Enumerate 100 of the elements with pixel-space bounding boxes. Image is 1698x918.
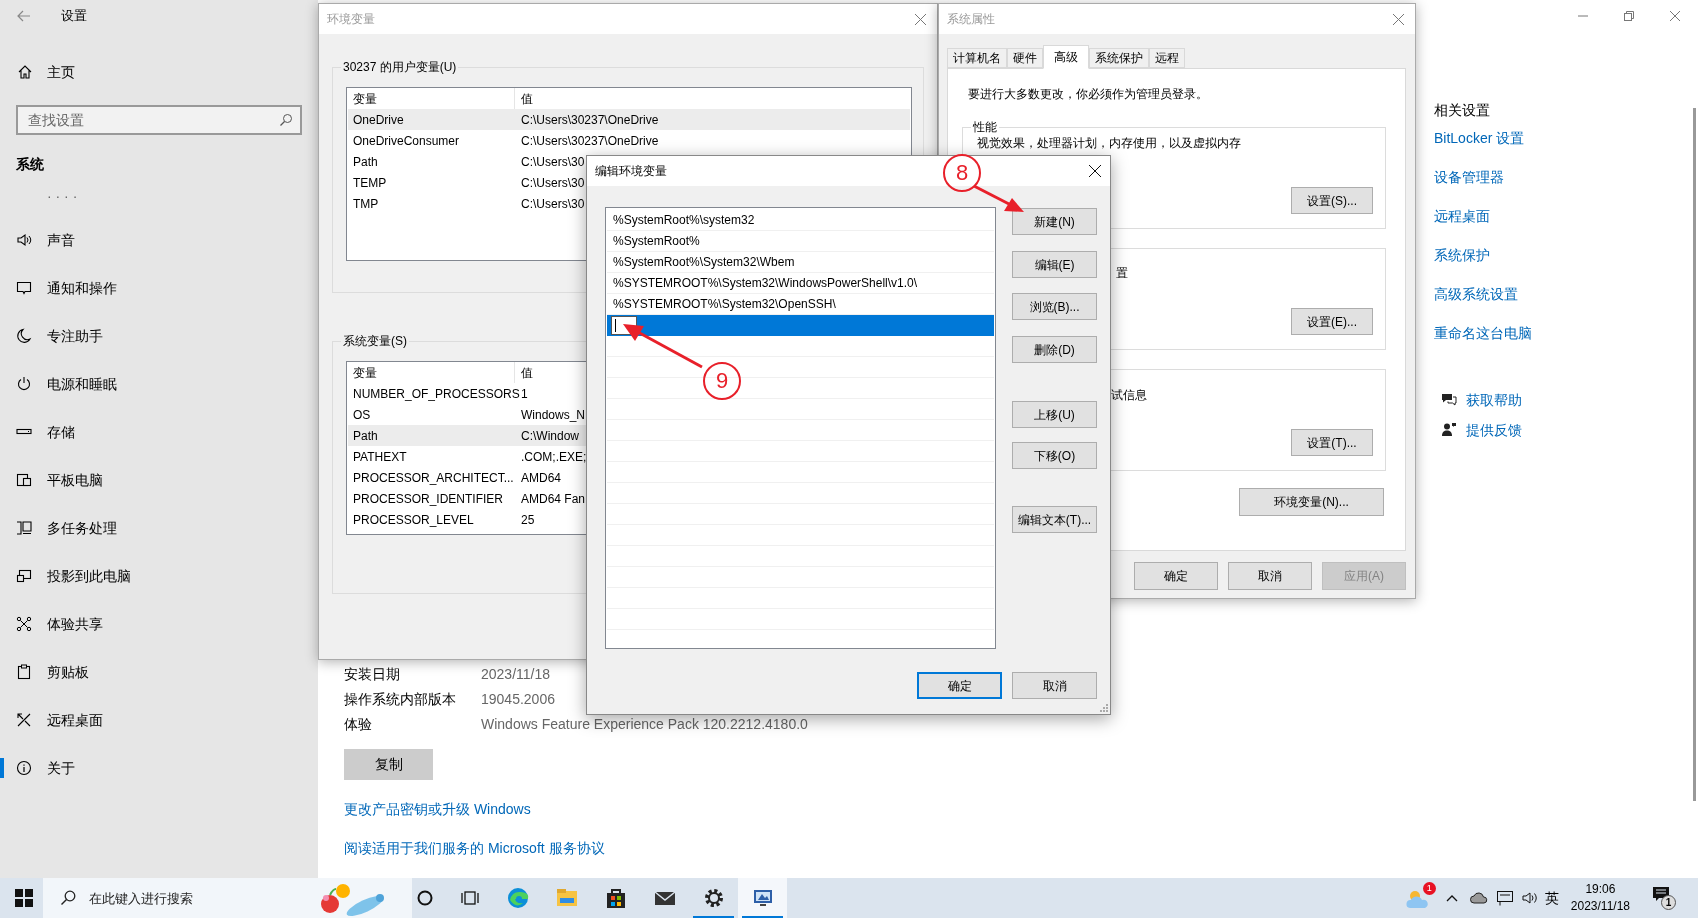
settings-button[interactable]: 设置(E)...	[1291, 308, 1373, 335]
table-cell-text: C:\Users\30237\OneDrive	[520, 132, 659, 150]
link[interactable]: 更改产品密钥或升级 Windows	[344, 799, 808, 819]
table-cell-text: OneDrive	[352, 111, 405, 129]
nav-item[interactable]: 平板电脑	[0, 456, 318, 504]
table-cell-text: TEMP	[352, 174, 388, 192]
dialog-button[interactable]: 浏览(B)...	[1012, 293, 1097, 320]
column-header[interactable]: 变量	[347, 362, 515, 383]
list-item[interactable]: %SystemRoot%\system32	[607, 210, 994, 231]
description-text: 置	[1116, 266, 1128, 280]
dialog-button[interactable]: 删除(D)	[1012, 336, 1097, 363]
taskbar-app-button[interactable]	[738, 878, 787, 918]
nav-item[interactable]: 远程桌面	[0, 696, 318, 744]
dialog-button[interactable]: 新建(N)	[1012, 208, 1097, 235]
dialog-button[interactable]: 确定	[1134, 562, 1218, 590]
running-indicator	[742, 916, 783, 918]
nav-item[interactable]: 剪贴板	[0, 648, 318, 696]
nav-item[interactable]: 体验共享	[0, 600, 318, 648]
settings-button[interactable]: 设置(T)...	[1291, 429, 1373, 456]
person-feedback-icon	[1441, 422, 1457, 438]
notification-center-icon[interactable]	[1652, 886, 1670, 904]
info-icon	[16, 760, 32, 776]
field-value: Windows Feature Experience Pack 120.2212.4180.0	[481, 715, 808, 734]
nav-item[interactable]: 存储	[0, 408, 318, 456]
nav-item[interactable]: 通知和操作	[0, 264, 318, 312]
link[interactable]: 系统保护	[1434, 245, 1532, 265]
group-title: 30237 的用户变量(U)	[341, 59, 459, 75]
nav-item[interactable]: 声音	[0, 216, 318, 264]
speaker-icon[interactable]	[1520, 890, 1539, 906]
tab[interactable]: 远程	[1149, 48, 1185, 68]
clock-button[interactable]: 19:06 2023/11/18	[1570, 881, 1630, 915]
table-row[interactable]: OneDriveConsumer C:\Users\30237\OneDrive	[348, 130, 910, 151]
table-cell-text: OS	[352, 406, 372, 424]
list-item[interactable]: %SystemRoot%\System32\Wbem	[607, 252, 994, 273]
ok-button[interactable]: 确定	[917, 672, 1002, 699]
tab[interactable]: 计算机名	[947, 48, 1007, 68]
table-cell-text: Path	[352, 427, 379, 445]
tab[interactable]: 高级	[1043, 45, 1089, 69]
close-icon[interactable]	[1089, 165, 1101, 177]
field-value: 19045.2006	[481, 690, 555, 709]
column-header[interactable]: 值	[515, 362, 533, 383]
task-view-icon[interactable]	[461, 890, 479, 906]
table-cell-text: Path	[352, 153, 379, 171]
nav-item[interactable]: 电源和睡眠	[0, 360, 318, 408]
link[interactable]: BitLocker 设置	[1434, 128, 1532, 148]
link[interactable]: 设备管理器	[1434, 167, 1532, 187]
column-header[interactable]: 值	[515, 88, 533, 109]
section-heading: 系统	[16, 154, 45, 174]
close-icon	[1670, 11, 1680, 21]
table-cell-text: AMD64 Fan	[520, 490, 586, 508]
chevron-up-icon[interactable]	[1445, 894, 1458, 902]
nav-item[interactable]: 关于	[0, 744, 318, 792]
list-item[interactable]: %SYSTEMROOT%\System32\WindowsPowerShell\v1.0\	[607, 273, 994, 294]
text-cursor	[615, 319, 616, 332]
window-title: 环境变量	[327, 11, 375, 28]
link[interactable]: 远程桌面	[1434, 206, 1532, 226]
tab[interactable]: 硬件	[1007, 48, 1043, 68]
back-arrow-icon[interactable]	[16, 8, 32, 24]
table-cell-text: .COM;.EXE;	[520, 448, 587, 466]
dialog-button[interactable]: 编辑文本(T)...	[1012, 506, 1097, 533]
cloud-icon[interactable]	[1469, 892, 1488, 904]
link[interactable]: 阅读适用于我们服务的 Microsoft 服务协议	[344, 838, 808, 858]
windows-logo-icon[interactable]	[15, 889, 33, 907]
dialog-button[interactable]: 下移(O)	[1012, 442, 1097, 469]
multitask-icon	[16, 520, 32, 536]
dialog-button[interactable]: 上移(U)	[1012, 401, 1097, 428]
nav-item[interactable]: 投影到此电脑	[0, 552, 318, 600]
group-title: 性能	[971, 119, 999, 135]
link[interactable]: 重命名这台电脑	[1434, 323, 1532, 343]
copy-button[interactable]: 复制	[344, 749, 433, 780]
list-item[interactable]: %SystemRoot%	[607, 231, 994, 252]
table-cell-text: OneDriveConsumer	[352, 132, 461, 150]
dialog-button[interactable]: 取消	[1228, 562, 1312, 590]
table-cell-text: C:\Users\30237\OneDrive	[520, 111, 659, 129]
cancel-button[interactable]: 取消	[1012, 672, 1097, 699]
nav-item[interactable]: 专注助手	[0, 312, 318, 360]
search-field[interactable]: 查找设置	[16, 105, 302, 135]
circle-icon[interactable]	[417, 890, 433, 906]
tab[interactable]: 系统保护	[1089, 48, 1149, 68]
link[interactable]: 获取帮助	[1466, 389, 1522, 411]
table-cell-text: PROCESSOR_LEVEL	[352, 511, 475, 529]
link[interactable]: 提供反馈	[1466, 419, 1522, 441]
dialog-button[interactable]: 编辑(E)	[1012, 251, 1097, 278]
network-icon[interactable]	[1495, 890, 1514, 906]
home-nav-item[interactable]: 主页	[0, 48, 318, 96]
field-label: 操作系统内部版本	[344, 690, 457, 709]
field-label: 体验	[344, 715, 373, 734]
section-heading: 相关设置	[1434, 101, 1491, 120]
input-method-button[interactable]: 英	[1544, 887, 1559, 909]
env-vars-button[interactable]: 环境变量(N)...	[1239, 488, 1384, 516]
table-row[interactable]: OneDrive C:\Users\30237\OneDrive	[348, 109, 910, 130]
settings-button[interactable]: 设置(S)...	[1291, 187, 1373, 214]
monitor-icon	[16, 568, 32, 584]
list-item[interactable]	[607, 315, 994, 336]
nav-item[interactable]: · · · ·	[0, 176, 318, 216]
description-text: 试信息	[1111, 388, 1147, 402]
link[interactable]: 高级系统设置	[1434, 284, 1532, 304]
table-cell-text: C:\Users\30	[520, 153, 585, 171]
scrollbar-thumb[interactable]	[1693, 108, 1696, 801]
nav-item[interactable]: 多任务处理	[0, 504, 318, 552]
